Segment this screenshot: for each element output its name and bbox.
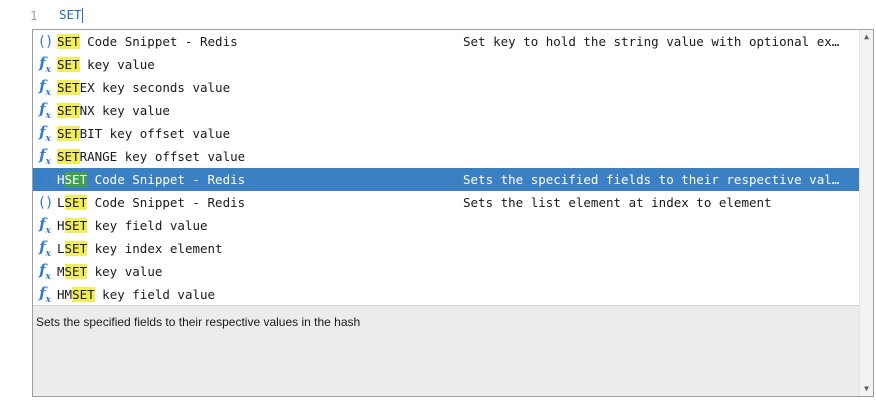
suggestion-label: SETEX key seconds value <box>57 80 463 95</box>
function-icon: fx <box>39 215 51 236</box>
suggestion-item[interactable]: fx HSET key field value <box>33 214 859 237</box>
editor-line[interactable]: 1 SET <box>0 5 876 25</box>
function-icon: fx <box>39 284 51 305</box>
suggestion-item[interactable]: () LSET Code Snippet - Redis Sets the list… <box>33 191 859 214</box>
snippet-icon: () <box>37 171 54 188</box>
function-icon: fx <box>39 261 51 282</box>
label-suffix: key field value <box>87 218 208 233</box>
match-highlight: SET <box>57 34 80 49</box>
suggestion-item-selected[interactable]: () HSET Code Snippet - Redis Sets the spec… <box>33 168 859 191</box>
documentation-text: Sets the specified fields to their respe… <box>36 315 361 329</box>
scroll-up-arrow-icon[interactable]: ▲ <box>860 30 873 44</box>
suggestion-label: SETNX key value <box>57 103 463 118</box>
suggestion-label: LSET Code Snippet - Redis <box>57 195 463 210</box>
suggestion-label: SET Code Snippet - Redis <box>57 34 463 49</box>
suggestion-detail: Set key to hold the string value with op… <box>463 34 840 49</box>
suggestion-label: LSET key index element <box>57 241 463 256</box>
label-suffix: key index element <box>87 241 223 256</box>
match-highlight: SET <box>57 57 80 72</box>
suggestion-detail: Sets the specified fields to their respe… <box>463 172 840 187</box>
label-prefix: H <box>57 218 65 233</box>
suggestion-list: () SET Code Snippet - Redis Set key to hol… <box>33 30 859 305</box>
match-highlight: SET <box>57 103 80 118</box>
match-highlight: SET <box>64 218 88 233</box>
match-highlight: SET <box>64 264 88 279</box>
match-highlight: SET <box>64 195 88 210</box>
match-highlight: SET <box>57 149 80 164</box>
suggestion-label: SETBIT key offset value <box>57 126 463 141</box>
function-icon: fx <box>39 54 51 75</box>
function-icon: fx <box>39 238 51 259</box>
label-suffix: key value <box>87 264 163 279</box>
function-icon: fx <box>39 77 51 98</box>
suggestion-label: MSET key value <box>57 264 463 279</box>
suggestion-label: HMSET key field value <box>57 287 463 302</box>
suggestion-label: SET key value <box>57 57 463 72</box>
autocomplete-popup: () SET Code Snippet - Redis Set key to hol… <box>32 29 874 397</box>
suggestion-item[interactable]: fx SETRANGE key offset value <box>33 145 859 168</box>
label-suffix: key field value <box>94 287 216 302</box>
snippet-icon: () <box>37 194 54 211</box>
label-suffix: EX key seconds value <box>79 80 231 95</box>
match-highlight: SET <box>72 287 95 302</box>
line-number: 1 <box>30 7 38 23</box>
function-icon: fx <box>39 146 51 167</box>
suggestion-item[interactable]: fx LSET key index element <box>33 237 859 260</box>
suggestion-item[interactable]: fx SET key value <box>33 53 859 76</box>
function-icon: fx <box>39 100 51 121</box>
label-prefix: L <box>57 195 65 210</box>
suggestion-item[interactable]: fx HMSET key field value <box>33 283 859 305</box>
line-text[interactable]: SET <box>40 7 83 23</box>
label-suffix: BIT key offset value <box>79 126 231 141</box>
function-icon: fx <box>39 123 51 144</box>
match-highlight: SET <box>64 241 88 256</box>
suggestion-item[interactable]: fx SETNX key value <box>33 99 859 122</box>
label-suffix: Code Snippet - Redis <box>79 34 238 49</box>
code-editor[interactable]: 1 SET () SET Code Snippet - Redis Set key … <box>0 0 876 406</box>
label-prefix: HM <box>57 287 73 302</box>
suggestion-detail: Sets the list element at index to elemen… <box>463 195 772 210</box>
label-prefix: M <box>57 264 65 279</box>
suggestion-label: HSET Code Snippet - Redis <box>57 172 463 187</box>
scroll-down-arrow-icon[interactable]: ▼ <box>860 382 873 396</box>
match-highlight: SET <box>57 80 80 95</box>
suggestion-label: SETRANGE key offset value <box>57 149 463 164</box>
snippet-icon: () <box>37 33 54 50</box>
suggestion-item[interactable]: fx SETEX key seconds value <box>33 76 859 99</box>
suggestion-item[interactable]: fx MSET key value <box>33 260 859 283</box>
label-suffix: Code Snippet - Redis <box>87 172 246 187</box>
label-suffix: key value <box>79 57 155 72</box>
label-suffix: NX key value <box>79 103 170 118</box>
match-highlight: SET <box>64 172 88 187</box>
label-suffix: RANGE key offset value <box>79 149 246 164</box>
label-suffix: Code Snippet - Redis <box>87 195 246 210</box>
label-prefix: H <box>57 172 65 187</box>
text-caret <box>81 8 83 23</box>
typed-text: SET <box>59 7 82 22</box>
match-highlight: SET <box>57 126 80 141</box>
suggestion-item[interactable]: () SET Code Snippet - Redis Set key to hol… <box>33 30 859 53</box>
scrollbar[interactable]: ▲ ▼ <box>859 30 873 396</box>
suggestion-label: HSET key field value <box>57 218 463 233</box>
documentation-panel: Sets the specified fields to their respe… <box>33 305 859 396</box>
label-prefix: L <box>57 241 65 256</box>
suggestion-item[interactable]: fx SETBIT key offset value <box>33 122 859 145</box>
